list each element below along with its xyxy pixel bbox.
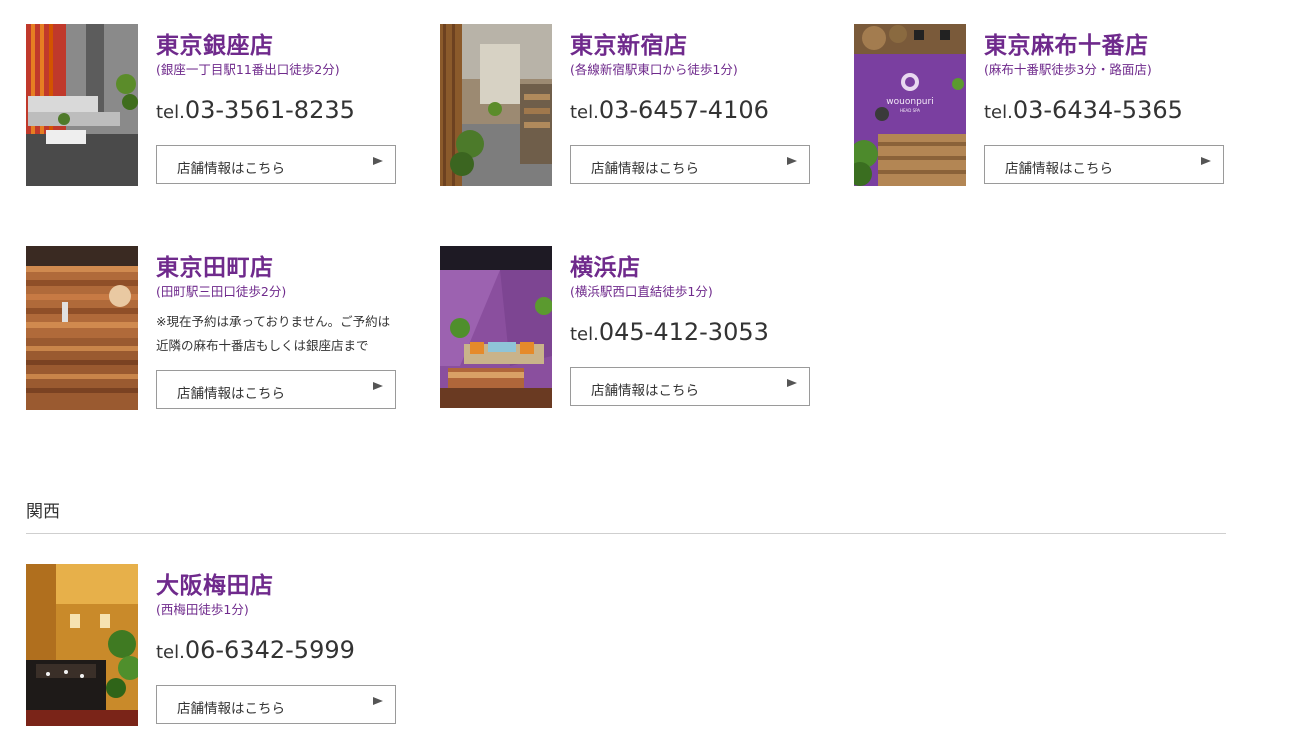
- region-heading-kansai: 関西: [26, 502, 60, 522]
- store-access: (麻布十番駅徒歩3分・路面店): [984, 62, 1152, 77]
- tel-number: 045-412-3053: [598, 318, 769, 346]
- store-access: (横浜駅西口直結徒歩1分): [570, 284, 713, 299]
- store-info-button-label: 店舗情報はこちら: [177, 386, 285, 402]
- store-info-button-label: 店舗情報はこちら: [177, 701, 285, 717]
- store-photo-tamachi[interactable]: [26, 246, 138, 410]
- store-access: (田町駅三田口徒歩2分): [156, 284, 287, 299]
- triangle-right-icon: [787, 157, 797, 165]
- store-phone[interactable]: tel.06-6342-5999: [156, 636, 355, 664]
- store-info-button-label: 店舗情報はこちら: [177, 161, 285, 177]
- ginza-interior-image: [26, 24, 138, 186]
- triangle-right-icon: [373, 157, 383, 165]
- store-access: (各線新宿駅東口から徒歩1分): [570, 62, 738, 77]
- tel-prefix: tel.: [984, 102, 1013, 123]
- store-card-shinjuku: 東京新宿店 (各線新宿駅東口から徒歩1分) tel.03-6457-4106 店…: [440, 24, 820, 194]
- store-name[interactable]: 横浜店: [570, 248, 641, 282]
- store-logo-text: wouonpuri: [886, 97, 933, 107]
- store-photo-osaka-umeda[interactable]: [26, 564, 138, 726]
- store-phone[interactable]: tel.03-6434-5365: [984, 96, 1183, 124]
- triangle-right-icon: [373, 697, 383, 705]
- store-info-button-label: 店舗情報はこちら: [591, 383, 699, 399]
- store-list-page: 東京銀座店 (銀座一丁目駅11番出口徒歩2分) tel.03-3561-8235…: [0, 0, 1293, 747]
- store-notice: ※現在予約は承っておりません。ご予約は近隣の麻布十番店もしくは銀座店まで: [156, 314, 391, 353]
- store-name[interactable]: 大阪梅田店: [156, 566, 274, 600]
- tel-number: 03-3561-8235: [184, 96, 355, 124]
- store-phone[interactable]: tel.045-412-3053: [570, 318, 769, 346]
- store-name[interactable]: 東京田町店: [156, 248, 274, 282]
- tel-prefix: tel.: [156, 102, 185, 123]
- store-info-button-label: 店舗情報はこちら: [1005, 161, 1113, 177]
- tel-prefix: tel.: [156, 642, 185, 663]
- store-phone[interactable]: tel.03-3561-8235: [156, 96, 355, 124]
- store-name[interactable]: 東京麻布十番店: [984, 26, 1149, 60]
- azabu-juban-interior-image: wouonpuri HEAD SPA: [854, 24, 966, 186]
- store-photo-yokohama[interactable]: [440, 246, 552, 408]
- store-name[interactable]: 東京銀座店: [156, 26, 274, 60]
- store-access: (西梅田徒歩1分): [156, 602, 249, 617]
- tamachi-interior-image: [26, 246, 138, 410]
- store-card-azabu-juban: wouonpuri HEAD SPA 東京麻布十番店 (麻布十番駅徒歩3分・路面…: [854, 24, 1234, 194]
- store-card-tamachi: 東京田町店 (田町駅三田口徒歩2分) ※現在予約は承っておりません。ご予約は近隣…: [26, 246, 406, 416]
- triangle-right-icon: [373, 382, 383, 390]
- store-name[interactable]: 東京新宿店: [570, 26, 688, 60]
- triangle-right-icon: [1201, 157, 1211, 165]
- store-card-yokohama: 横浜店 (横浜駅西口直結徒歩1分) tel.045-412-3053 店舗情報は…: [440, 246, 820, 416]
- tel-number: 03-6434-5365: [1012, 96, 1183, 124]
- store-card-ginza: 東京銀座店 (銀座一丁目駅11番出口徒歩2分) tel.03-3561-8235…: [26, 24, 406, 194]
- store-photo-ginza[interactable]: [26, 24, 138, 186]
- tel-number: 03-6457-4106: [598, 96, 769, 124]
- store-info-button[interactable]: 店舗情報はこちら: [156, 685, 396, 724]
- store-info-button[interactable]: 店舗情報はこちら: [156, 145, 396, 184]
- shinjuku-interior-image: [440, 24, 552, 186]
- triangle-right-icon: [787, 379, 797, 387]
- tel-number: 06-6342-5999: [184, 636, 355, 664]
- store-info-button[interactable]: 店舗情報はこちら: [984, 145, 1224, 184]
- tel-prefix: tel.: [570, 324, 599, 345]
- yokohama-interior-image: [440, 246, 552, 408]
- store-access: (銀座一丁目駅11番出口徒歩2分): [156, 62, 340, 77]
- store-photo-azabu-juban[interactable]: wouonpuri HEAD SPA: [854, 24, 966, 186]
- store-card-osaka-umeda: 大阪梅田店 (西梅田徒歩1分) tel.06-6342-5999 店舗情報はこち…: [26, 564, 406, 734]
- region-divider: [26, 533, 1226, 534]
- store-info-button[interactable]: 店舗情報はこちら: [156, 370, 396, 409]
- store-photo-shinjuku[interactable]: [440, 24, 552, 186]
- store-info-button[interactable]: 店舗情報はこちら: [570, 145, 810, 184]
- svg-text:HEAD SPA: HEAD SPA: [900, 108, 920, 113]
- osaka-umeda-interior-image: [26, 564, 138, 726]
- store-info-button-label: 店舗情報はこちら: [591, 161, 699, 177]
- tel-prefix: tel.: [570, 102, 599, 123]
- store-info-button[interactable]: 店舗情報はこちら: [570, 367, 810, 406]
- store-phone[interactable]: tel.03-6457-4106: [570, 96, 769, 124]
